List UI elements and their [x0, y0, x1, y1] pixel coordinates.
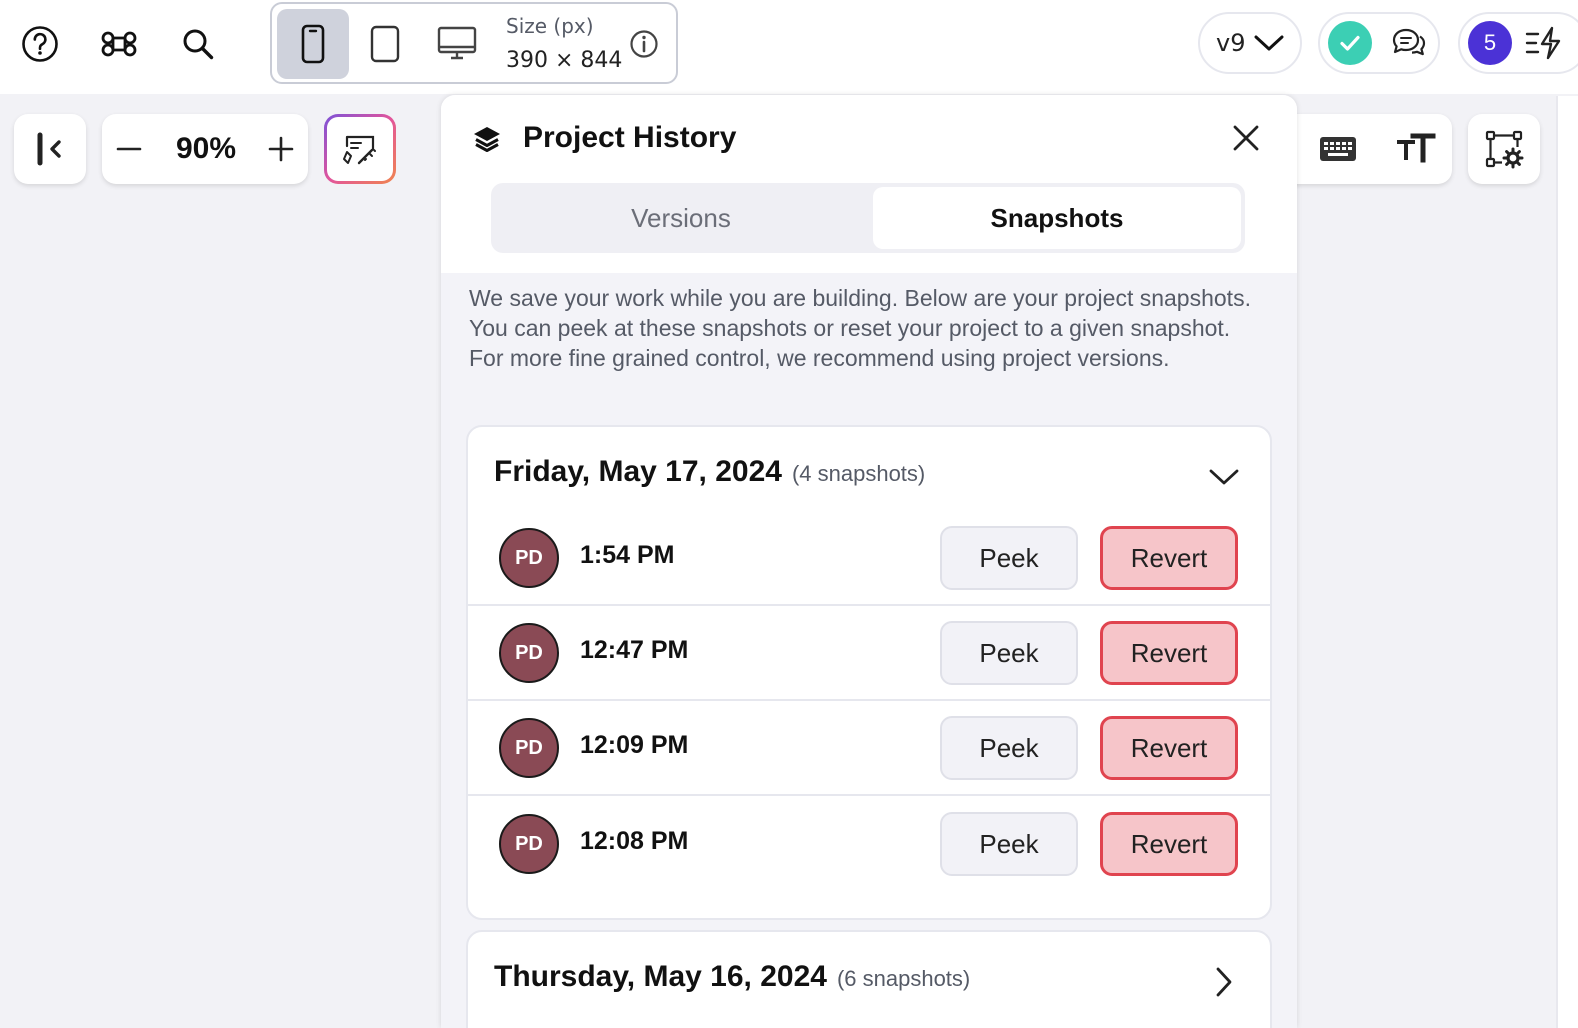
right-panel-edge [1556, 96, 1578, 1028]
magic-wand-icon [341, 130, 379, 168]
peek-button[interactable]: Peek [940, 621, 1078, 685]
day-group-header[interactable]: Friday, May 17, 2024 (4 snapshots) [494, 455, 925, 489]
panel-title: Project History [523, 121, 737, 154]
desktop-device-button[interactable] [421, 9, 493, 79]
node-settings-icon [1484, 129, 1524, 169]
zoom-out-icon[interactable] [112, 132, 146, 166]
day-date: Thursday, May 16, 2024 [494, 960, 827, 993]
activity-icon[interactable] [1524, 26, 1562, 60]
revert-button[interactable]: Revert [1100, 716, 1238, 780]
collapse-left-icon [32, 131, 68, 167]
snapshots-description: We save your work while you are building… [469, 285, 1251, 371]
snapshot-count: (6 snapshots) [836, 966, 971, 991]
collapse-sidebar-button[interactable] [14, 114, 86, 184]
snapshot-row: PD 12:09 PM Peek Revert [468, 701, 1270, 796]
version-label: v9 [1216, 29, 1246, 57]
zoom-level: 90% [175, 132, 237, 165]
keyboard-icon[interactable] [1316, 128, 1360, 170]
snapshot-time: 1:54 PM [580, 541, 675, 569]
search-icon[interactable] [174, 20, 222, 68]
peek-button[interactable]: Peek [940, 812, 1078, 876]
panel-header: Project History Versions Snapshots [441, 95, 1297, 273]
version-dropdown[interactable]: v9 [1198, 12, 1302, 74]
ai-magic-button[interactable] [324, 114, 396, 184]
phone-icon [300, 24, 326, 64]
avatar: PD [499, 814, 559, 874]
snapshot-time: 12:47 PM [580, 636, 689, 664]
history-tabs: Versions Snapshots [491, 183, 1245, 253]
avatar: PD [499, 528, 559, 588]
snapshot-row: PD 12:47 PM Peek Revert [468, 606, 1270, 701]
peek-button[interactable]: Peek [940, 716, 1078, 780]
tablet-icon [369, 24, 401, 64]
collaborator-count-badge[interactable]: 5 [1468, 21, 1512, 65]
tab-snapshots[interactable]: Snapshots [873, 187, 1241, 249]
phone-device-button[interactable] [277, 9, 349, 79]
command-icon[interactable] [95, 20, 143, 68]
snapshot-count: (4 snapshots) [791, 461, 926, 486]
size-value: 390 × 844 [506, 48, 623, 73]
day-group: Thursday, May 16, 2024 (6 snapshots) [466, 930, 1272, 1028]
text-size-icon[interactable] [1394, 128, 1438, 170]
project-history-panel: Project History Versions Snapshots We sa… [441, 95, 1297, 1028]
zoom-control: 90% [102, 114, 308, 184]
snapshot-row: PD 12:08 PM Peek Revert [468, 797, 1270, 892]
revert-button[interactable]: Revert [1100, 526, 1238, 590]
revert-button[interactable]: Revert [1100, 812, 1238, 876]
day-date: Friday, May 17, 2024 [494, 455, 782, 488]
snapshot-time: 12:08 PM [580, 827, 689, 855]
peek-button[interactable]: Peek [940, 526, 1078, 590]
desktop-icon [437, 25, 477, 63]
comments-icon[interactable] [1390, 26, 1428, 60]
avatar: PD [499, 718, 559, 778]
status-pill [1318, 12, 1440, 74]
chevron-down-icon [1253, 32, 1285, 54]
top-bar: Size (px) 390 × 844 v9 5 [0, 0, 1578, 94]
chevron-down-icon[interactable] [1206, 459, 1242, 495]
size-label: Size (px) [506, 14, 594, 38]
snapshot-time: 12:09 PM [580, 731, 689, 759]
canvas-tools [1280, 114, 1452, 184]
chevron-right-icon[interactable] [1206, 964, 1242, 1000]
component-settings-button[interactable] [1468, 114, 1540, 184]
snapshot-row: PD 1:54 PM Peek Revert [468, 511, 1270, 606]
info-icon[interactable] [628, 28, 660, 60]
check-icon[interactable] [1328, 21, 1372, 65]
collaborators-pill: 5 [1458, 12, 1578, 74]
tablet-device-button[interactable] [349, 9, 421, 79]
close-icon[interactable] [1231, 123, 1261, 153]
revert-button[interactable]: Revert [1100, 621, 1238, 685]
device-size-selector: Size (px) 390 × 844 [270, 2, 678, 84]
avatar: PD [499, 623, 559, 683]
layers-icon [471, 123, 503, 155]
day-group: Friday, May 17, 2024 (4 snapshots) PD 1:… [466, 425, 1272, 920]
help-icon[interactable] [16, 20, 64, 68]
zoom-in-icon[interactable] [264, 132, 298, 166]
day-group-header[interactable]: Thursday, May 16, 2024 (6 snapshots) [494, 960, 970, 994]
tab-versions[interactable]: Versions [495, 187, 867, 249]
